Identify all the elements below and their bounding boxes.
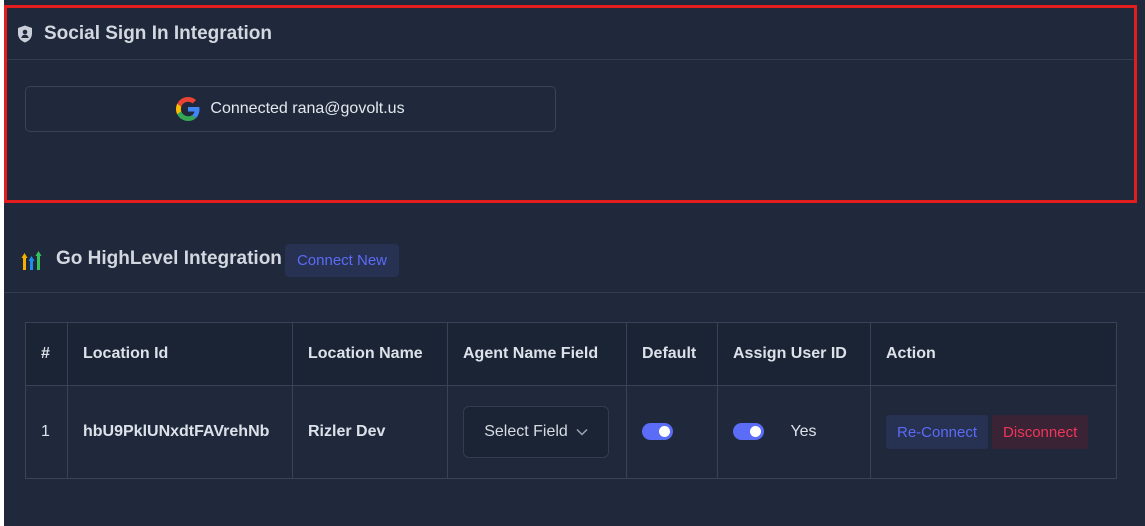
column-header-location-name: Location Name <box>292 322 448 386</box>
row-index: 1 <box>25 385 68 479</box>
assign-user-status: Yes <box>790 422 817 440</box>
social-section-title: Social Sign In Integration <box>44 22 273 44</box>
column-header-location-id: Location Id <box>67 322 293 386</box>
social-section-header: Social Sign In Integration <box>7 8 1134 60</box>
ghl-section-title: Go HighLevel Integration <box>56 248 282 269</box>
location-name-cell: Rizler Dev <box>292 385 448 479</box>
chevron-down-icon <box>576 428 588 436</box>
google-connected-button[interactable]: Connected rana@govolt.us <box>25 86 556 132</box>
shield-icon <box>17 25 33 43</box>
table-header-row: # Location Id Location Name Agent Name F… <box>25 322 1117 386</box>
reconnect-button[interactable]: Re-Connect <box>886 415 989 449</box>
social-sign-in-section: Social Sign In Integration Connected ran… <box>4 5 1137 203</box>
column-header-assign-user-id: Assign User ID <box>717 322 871 386</box>
default-toggle[interactable] <box>642 423 673 441</box>
connect-new-button[interactable]: Connect New <box>285 244 399 277</box>
location-id-cell: hbU9PklUNxdtFAVrehNb <box>67 385 293 479</box>
action-cell: Re-Connect Disconnect <box>870 385 1117 479</box>
ghl-logo-icon <box>21 250 43 270</box>
toggle-knob <box>659 426 670 438</box>
google-icon <box>176 97 200 121</box>
select-field-label: Select Field <box>484 423 568 440</box>
table-row: 1 hbU9PklUNxdtFAVrehNb Rizler Dev Select… <box>25 385 1117 479</box>
column-header-default: Default <box>626 322 718 386</box>
default-cell <box>626 385 718 479</box>
assign-user-cell: Yes <box>717 385 871 479</box>
toggle-knob <box>750 426 761 438</box>
column-header-action: Action <box>870 322 1117 386</box>
connected-account-label: Connected rana@govolt.us <box>210 100 405 117</box>
agent-name-field-cell: Select Field <box>447 385 627 479</box>
disconnect-button[interactable]: Disconnect <box>992 415 1089 449</box>
column-header-index: # <box>25 322 68 386</box>
ghl-section-header: Go HighLevel Integration Connect New <box>4 236 1145 293</box>
assign-user-toggle[interactable] <box>733 423 764 441</box>
column-header-agent-name-field: Agent Name Field <box>447 322 627 386</box>
ghl-locations-table: # Location Id Location Name Agent Name F… <box>25 322 1117 479</box>
agent-name-field-select[interactable]: Select Field <box>463 406 609 458</box>
